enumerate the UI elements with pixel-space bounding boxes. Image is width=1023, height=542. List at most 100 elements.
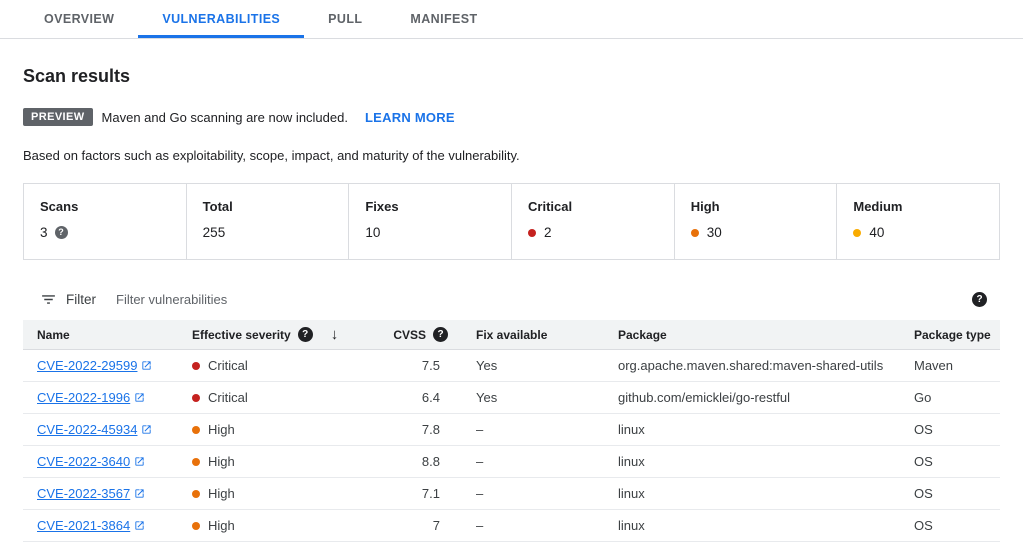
fix-available-cell: – <box>462 446 604 478</box>
table-row: CVE-2021-3864 High 7 – linux OS <box>23 510 1000 542</box>
severity-label: High <box>208 454 235 469</box>
severity-dot-icon <box>192 426 200 434</box>
package-cell: linux <box>604 446 900 478</box>
severity-cell: Critical <box>192 358 374 373</box>
package-cell: github.com/emicklei/go-restful <box>604 382 900 414</box>
page-title: Scan results <box>23 66 1000 87</box>
stat-count: 30 <box>707 225 722 240</box>
stat-label: Critical <box>528 199 572 214</box>
severity-label: High <box>208 422 235 437</box>
package-type-cell: OS <box>900 446 1000 478</box>
cve-link[interactable]: CVE-2022-29599 <box>37 358 152 373</box>
stat-value: 255 <box>203 225 333 240</box>
tab-vulnerabilities[interactable]: VULNERABILITIES <box>138 0 304 38</box>
cvss-cell: 7.8 <box>374 414 462 446</box>
stat-count: 10 <box>365 225 380 240</box>
severity-dot-icon <box>853 229 861 237</box>
filter-input[interactable] <box>114 291 965 308</box>
sort-descending-icon[interactable]: ↓ <box>331 327 339 342</box>
table-row: CVE-2022-45934 High 7.8 – linux OS <box>23 414 1000 446</box>
tab-manifest[interactable]: MANIFEST <box>386 0 501 38</box>
package-cell: linux <box>604 414 900 446</box>
cve-link[interactable]: CVE-2022-3640 <box>37 454 145 469</box>
column-header-severity[interactable]: Effective severity ? ↓ <box>178 320 374 350</box>
stat-value: 30 <box>691 225 821 240</box>
stat-count: 255 <box>203 225 226 240</box>
package-type-cell: OS <box>900 510 1000 542</box>
severity-cell: High <box>192 454 374 469</box>
tab-overview[interactable]: OVERVIEW <box>20 0 138 38</box>
filter-button[interactable]: Filter <box>23 291 96 308</box>
cve-link[interactable]: CVE-2022-3567 <box>37 486 145 501</box>
stat-label: Scans <box>40 199 78 214</box>
package-type-cell: Maven <box>900 350 1000 382</box>
stat-item: Total 255 <box>186 184 349 259</box>
table-header-row: Name Effective severity ? ↓ CVSS ? <box>23 320 1000 350</box>
column-header-package-type: Package type <box>900 320 1000 350</box>
cvss-help-icon[interactable]: ? <box>433 327 448 342</box>
preview-badge: PREVIEW <box>23 108 93 126</box>
cvss-cell: 7.5 <box>374 350 462 382</box>
filter-label: Filter <box>66 292 96 307</box>
stat-count: 3 <box>40 225 48 240</box>
stat-item: High 30 <box>674 184 837 259</box>
severity-dot-icon <box>192 490 200 498</box>
table-row: CVE-2022-29599 Critical 7.5 Yes org.apac… <box>23 350 1000 382</box>
external-link-icon <box>134 488 145 499</box>
stat-label: Total <box>203 199 233 214</box>
package-cell: linux <box>604 510 900 542</box>
table-help-icon[interactable]: ? <box>972 292 987 307</box>
severity-label: High <box>208 486 235 501</box>
package-type-cell: OS <box>900 414 1000 446</box>
severity-cell: High <box>192 422 374 437</box>
package-type-cell: Go <box>900 382 1000 414</box>
fix-available-cell: – <box>462 478 604 510</box>
severity-dot-icon <box>192 362 200 370</box>
column-header-cvss: CVSS ? <box>374 320 462 350</box>
fix-available-cell: – <box>462 414 604 446</box>
summary-stats: Scans 3 ? Total 255 Fixes 10 Critical 2 <box>23 183 1000 260</box>
tab-pull[interactable]: PULL <box>304 0 386 38</box>
package-cell: linux <box>604 478 900 510</box>
external-link-icon <box>141 424 152 435</box>
external-link-icon <box>141 360 152 371</box>
column-header-package: Package <box>604 320 900 350</box>
external-link-icon <box>134 520 145 531</box>
cvss-cell: 7 <box>374 510 462 542</box>
stat-label: High <box>691 199 720 214</box>
stat-value: 10 <box>365 225 495 240</box>
stat-value: 2 <box>528 225 658 240</box>
severity-dot-icon <box>192 458 200 466</box>
tab-bar: OVERVIEWVULNERABILITIESPULLMANIFEST <box>0 0 1023 39</box>
vulnerability-table: Name Effective severity ? ↓ CVSS ? <box>23 320 1000 542</box>
learn-more-link[interactable]: LEARN MORE <box>365 110 455 125</box>
package-type-cell: OS <box>900 478 1000 510</box>
table-row: CVE-2022-3567 High 7.1 – linux OS <box>23 478 1000 510</box>
stat-count: 2 <box>544 225 552 240</box>
package-cell: org.apache.maven.shared:maven-shared-uti… <box>604 350 900 382</box>
stat-count: 40 <box>869 225 884 240</box>
severity-label: Critical <box>208 390 248 405</box>
severity-dot-icon <box>192 394 200 402</box>
filter-icon <box>40 291 57 308</box>
fix-available-cell: – <box>462 510 604 542</box>
stat-label: Fixes <box>365 199 398 214</box>
cvss-cell: 6.4 <box>374 382 462 414</box>
main-content: Scan results PREVIEW Maven and Go scanni… <box>0 66 1023 542</box>
external-link-icon <box>134 456 145 467</box>
stat-value: 40 <box>853 225 983 240</box>
fix-available-cell: Yes <box>462 350 604 382</box>
stat-item: Critical 2 <box>511 184 674 259</box>
stat-item: Scans 3 ? <box>24 184 186 259</box>
filter-bar: Filter ? <box>23 284 1000 315</box>
cve-link[interactable]: CVE-2022-1996 <box>37 390 145 405</box>
severity-description: Based on factors such as exploitability,… <box>23 148 1000 163</box>
scans-help-icon[interactable]: ? <box>55 226 68 239</box>
severity-help-icon[interactable]: ? <box>298 327 313 342</box>
external-link-icon <box>134 392 145 403</box>
stat-item: Medium 40 <box>836 184 999 259</box>
cve-link[interactable]: CVE-2022-45934 <box>37 422 152 437</box>
severity-dot-icon <box>691 229 699 237</box>
stat-item: Fixes 10 <box>348 184 511 259</box>
column-header-name: Name <box>23 320 178 350</box>
